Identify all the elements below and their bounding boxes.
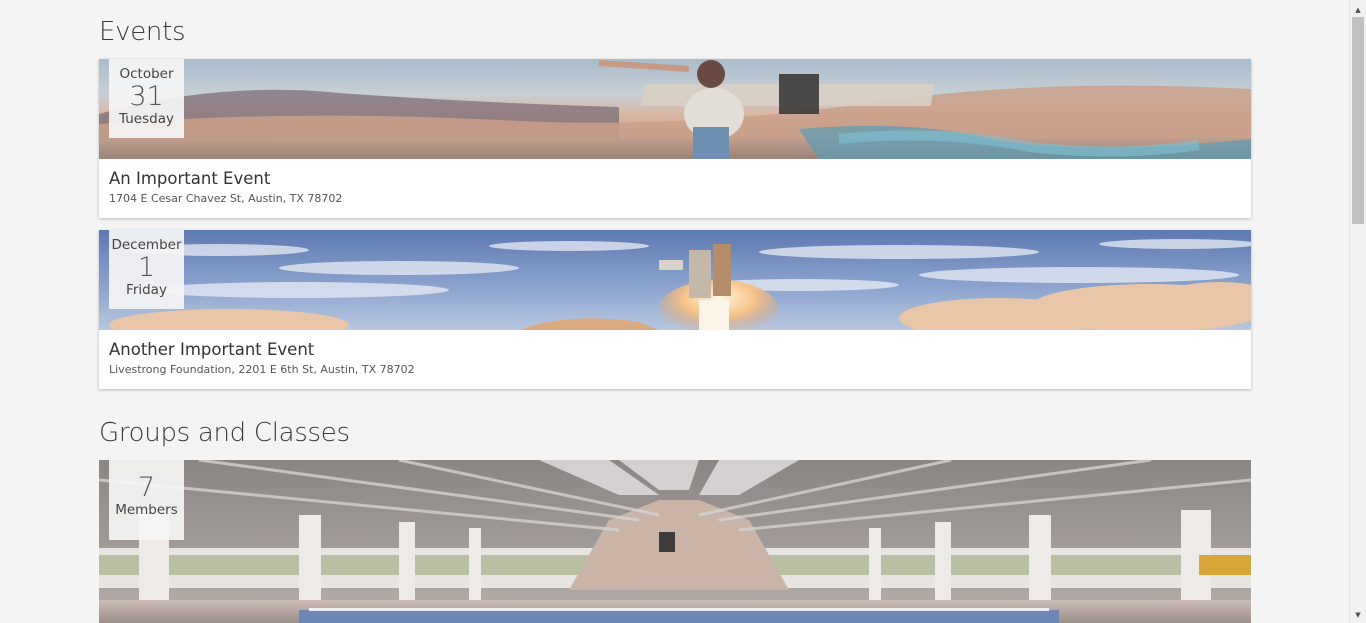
scroll-up-arrow-icon[interactable]: ▲ <box>1350 2 1366 18</box>
indoor-pool-photo-icon <box>99 460 1251 623</box>
event-image: December 1 Friday <box>99 230 1251 330</box>
scroll-down-arrow-icon[interactable]: ▼ <box>1350 607 1366 623</box>
jetpack-person-photo-icon <box>99 59 1251 159</box>
groups-heading: Groups and Classes <box>99 418 350 448</box>
event-title[interactable]: Another Important Event <box>109 340 1241 360</box>
date-badge: December 1 Friday <box>109 230 184 309</box>
event-day: 31 <box>129 81 164 112</box>
event-card[interactable]: December 1 Friday Another Important Even… <box>99 230 1251 389</box>
event-address: Livestrong Foundation, 2201 E 6th St, Au… <box>109 363 415 376</box>
event-image: October 31 Tuesday <box>99 59 1251 159</box>
event-card-body: Another Important Event Livestrong Found… <box>99 330 1251 389</box>
event-weekday: Friday <box>126 282 167 298</box>
event-month: October <box>119 66 174 82</box>
rocket-launch-photo-icon <box>99 230 1251 330</box>
event-title[interactable]: An Important Event <box>109 169 1241 189</box>
members-badge: 7 Members <box>109 460 184 540</box>
vertical-scrollbar[interactable]: ▲ ▼ <box>1349 0 1366 623</box>
event-month: December <box>111 237 182 253</box>
event-day: 1 <box>137 252 156 283</box>
events-heading: Events <box>99 17 186 47</box>
members-count: 7 <box>137 472 156 503</box>
group-card[interactable]: 7 Members <box>99 460 1251 623</box>
event-card[interactable]: October 31 Tuesday An Important Event 17… <box>99 59 1251 218</box>
event-weekday: Tuesday <box>119 111 174 127</box>
event-address: 1704 E Cesar Chavez St, Austin, TX 78702 <box>109 192 343 205</box>
members-label: Members <box>115 502 178 518</box>
scrollbar-thumb[interactable] <box>1352 17 1364 224</box>
event-card-body: An Important Event 1704 E Cesar Chavez S… <box>99 159 1251 218</box>
date-badge: October 31 Tuesday <box>109 59 184 138</box>
page: Events October 31 Tuesday An Important E… <box>0 0 1366 623</box>
